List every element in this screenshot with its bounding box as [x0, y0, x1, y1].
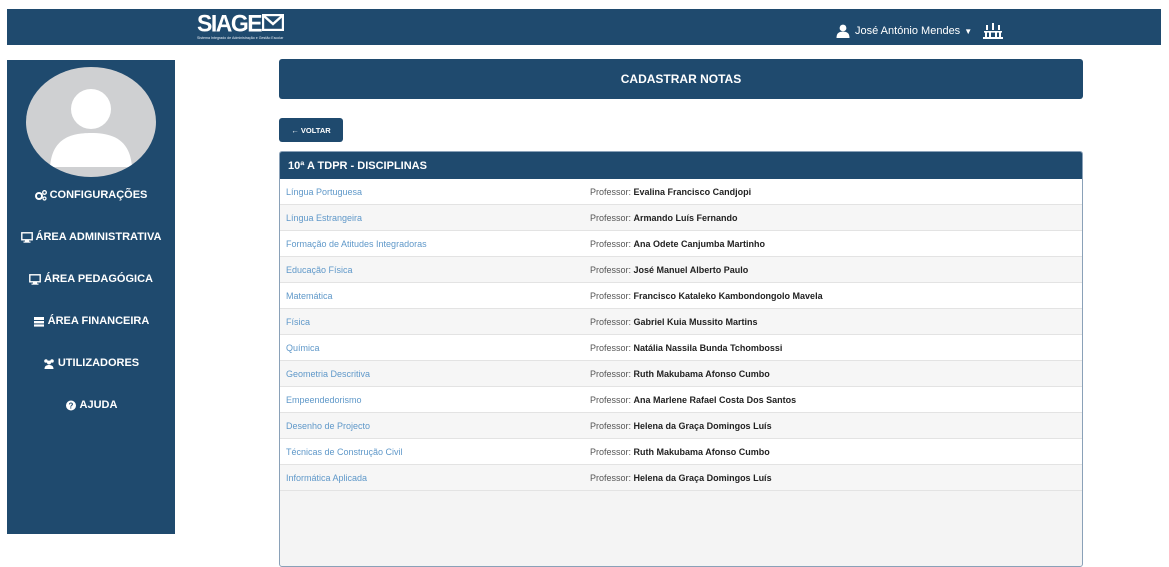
- display-icon: [29, 273, 41, 285]
- back-button[interactable]: ← VOLTAR: [279, 118, 343, 142]
- table-row: Empeendedorismo Professor: Ana Marlene Ra…: [280, 387, 1082, 413]
- teacher-cell: Professor: Ana Odete Canjumba Martinho: [590, 239, 765, 249]
- teacher-cell: Professor: Ana Marlene Rafael Costa Dos …: [590, 395, 796, 405]
- table-row: Física Professor: Gabriel Kuia Mussito Ma…: [280, 309, 1082, 335]
- user-name[interactable]: José António Mendes: [855, 25, 960, 37]
- sidebar-item-configuracoes[interactable]: CONFIGURAÇÕES: [7, 186, 175, 204]
- sidebar-item-area-administrativa[interactable]: ÁREA ADMINISTRATIVA: [7, 228, 175, 246]
- caret-down-icon: ▼: [964, 26, 973, 36]
- default-avatar-icon: [50, 89, 132, 167]
- subject-link[interactable]: Língua Estrangeira: [280, 213, 590, 223]
- sidebar-item-ajuda[interactable]: ? AJUDA: [7, 396, 175, 414]
- sidebar-item-label: ÁREA ADMINISTRATIVA: [35, 231, 162, 243]
- subject-link[interactable]: Física: [280, 317, 590, 327]
- teacher-cell: Professor: Armando Luís Fernando: [590, 213, 738, 223]
- cogs-icon: [34, 189, 47, 201]
- teacher-prefix: Professor:: [590, 290, 632, 301]
- table-row: Geometria Descritiva Professor: Ruth Maku…: [280, 361, 1082, 387]
- question-circle-icon: ?: [65, 400, 76, 410]
- subject-link[interactable]: Língua Portuguesa: [280, 187, 590, 197]
- user-icon: [836, 24, 850, 38]
- page-title-text: CADASTRAR NOTAS: [620, 72, 742, 86]
- money-icon: [33, 316, 44, 327]
- logo-subtitle: Sistema Integrado de Administração e Ges…: [197, 36, 284, 40]
- teacher-name: Evalina Francisco Candjopi: [633, 186, 752, 197]
- teacher-cell: Professor: Helena da Graça Domingos Luís: [590, 421, 772, 431]
- teacher-prefix: Professor:: [590, 316, 632, 327]
- subject-link[interactable]: Formação de Atitudes Integradoras: [280, 239, 590, 249]
- teacher-name: Armando Luís Fernando: [633, 212, 738, 223]
- teacher-prefix: Professor:: [590, 212, 632, 223]
- subject-link[interactable]: Química: [280, 343, 590, 353]
- teacher-name: Natália Nassila Bunda Tchombossi: [633, 342, 783, 353]
- table-row: Desenho de Projecto Professor: Helena da …: [280, 413, 1082, 439]
- teacher-name: Francisco Kataleko Kambondongolo Mavela: [633, 290, 823, 301]
- siage-logo[interactable]: SIAGE Sistema Integrado de Administração…: [197, 9, 317, 42]
- teacher-name: Ana Marlene Rafael Costa Dos Santos: [633, 394, 797, 405]
- teacher-cell: Professor: Ruth Makubama Afonso Cumbo: [590, 447, 770, 457]
- teacher-prefix: Professor:: [590, 368, 632, 379]
- sidebar-item-utilizadores[interactable]: UTILIZADORES: [7, 354, 175, 372]
- logo-text: SIAGE: [197, 9, 263, 37]
- sidebar-item-label: CONFIGURAÇÕES: [49, 189, 148, 201]
- top-navbar: SIAGE Sistema Integrado de Administração…: [7, 9, 1161, 45]
- table-row: Língua Portuguesa Professor: Evalina Fran…: [280, 179, 1082, 205]
- users-icon: [44, 358, 54, 369]
- teacher-name: Helena da Graça Domingos Luís: [633, 472, 772, 483]
- table-row: Educação Física Professor: José Manuel Al…: [280, 257, 1082, 283]
- sidebar-item-label: ÁREA PEDAGÓGICA: [44, 273, 153, 285]
- table-row: Matemática Professor: Francisco Kataleko …: [280, 283, 1082, 309]
- teacher-cell: Professor: Evalina Francisco Candjopi: [590, 187, 751, 197]
- teacher-cell: Professor: Francisco Kataleko Kambondong…: [590, 291, 823, 301]
- subject-link[interactable]: Empeendedorismo: [280, 395, 590, 405]
- subject-link[interactable]: Informática Aplicada: [280, 473, 590, 483]
- teacher-prefix: Professor:: [590, 238, 632, 249]
- sidebar-item-area-financeira[interactable]: ÁREA FINANCEIRA: [7, 312, 175, 330]
- sidebar-item-area-pedagogica[interactable]: ÁREA PEDAGÓGICA: [7, 270, 175, 288]
- subject-link[interactable]: Matemática: [280, 291, 590, 301]
- teacher-name: Ruth Makubama Afonso Cumbo: [633, 446, 770, 457]
- teacher-cell: Professor: Helena da Graça Domingos Luís: [590, 473, 772, 483]
- sidebar-item-label: ÁREA FINANCEIRA: [47, 315, 150, 327]
- user-menu[interactable]: José António Mendes ▼: [836, 21, 1004, 41]
- teacher-cell: Professor: Gabriel Kuia Mussito Martins: [590, 317, 758, 327]
- teacher-prefix: Professor:: [590, 394, 632, 405]
- sidebar-item-label: AJUDA: [79, 399, 118, 411]
- teacher-cell: Professor: Ruth Makubama Afonso Cumbo: [590, 369, 770, 379]
- svg-text:?: ?: [68, 401, 73, 410]
- avatar: [26, 67, 156, 177]
- panel-title: 10ª A TDPR - DISCIPLINAS: [280, 152, 1082, 179]
- building-icon[interactable]: [982, 22, 1004, 40]
- teacher-name: Helena da Graça Domingos Luís: [633, 420, 772, 431]
- teacher-name: Ruth Makubama Afonso Cumbo: [633, 368, 770, 379]
- subject-link[interactable]: Geometria Descritiva: [280, 369, 590, 379]
- page-title: CADASTRAR NOTAS: [279, 59, 1083, 99]
- teacher-cell: Professor: Natália Nassila Bunda Tchombo…: [590, 343, 782, 353]
- table-row: Língua Estrangeira Professor: Armando Luí…: [280, 205, 1082, 231]
- disciplines-list: Língua Portuguesa Professor: Evalina Fran…: [280, 179, 1082, 491]
- table-row: Informática Aplicada Professor: Helena da…: [280, 465, 1082, 491]
- teacher-name: Gabriel Kuia Mussito Martins: [633, 316, 758, 327]
- teacher-prefix: Professor:: [590, 264, 632, 275]
- teacher-name: José Manuel Alberto Paulo: [633, 264, 749, 275]
- subject-link[interactable]: Técnicas de Construção Civil: [280, 447, 590, 457]
- teacher-prefix: Professor:: [590, 342, 632, 353]
- teacher-prefix: Professor:: [590, 472, 632, 483]
- subject-link[interactable]: Desenho de Projecto: [280, 421, 590, 431]
- envelope-icon: [262, 14, 285, 31]
- teacher-name: Ana Odete Canjumba Martinho: [633, 238, 766, 249]
- table-row: Química Professor: Natália Nassila Bunda …: [280, 335, 1082, 361]
- table-row: Formação de Atitudes Integradoras Profess…: [280, 231, 1082, 257]
- subject-link[interactable]: Educação Física: [280, 265, 590, 275]
- disciplines-panel: 10ª A TDPR - DISCIPLINAS Língua Portugue…: [279, 151, 1083, 567]
- sidebar: CONFIGURAÇÕES ÁREA ADMINISTRATIVA ÁREA P…: [7, 60, 175, 534]
- table-row: Técnicas de Construção Civil Professor: R…: [280, 439, 1082, 465]
- teacher-cell: Professor: José Manuel Alberto Paulo: [590, 265, 748, 275]
- teacher-prefix: Professor:: [590, 420, 632, 431]
- teacher-prefix: Professor:: [590, 446, 632, 457]
- display-icon: [20, 231, 33, 243]
- teacher-prefix: Professor:: [590, 186, 632, 197]
- sidebar-item-label: UTILIZADORES: [57, 357, 140, 369]
